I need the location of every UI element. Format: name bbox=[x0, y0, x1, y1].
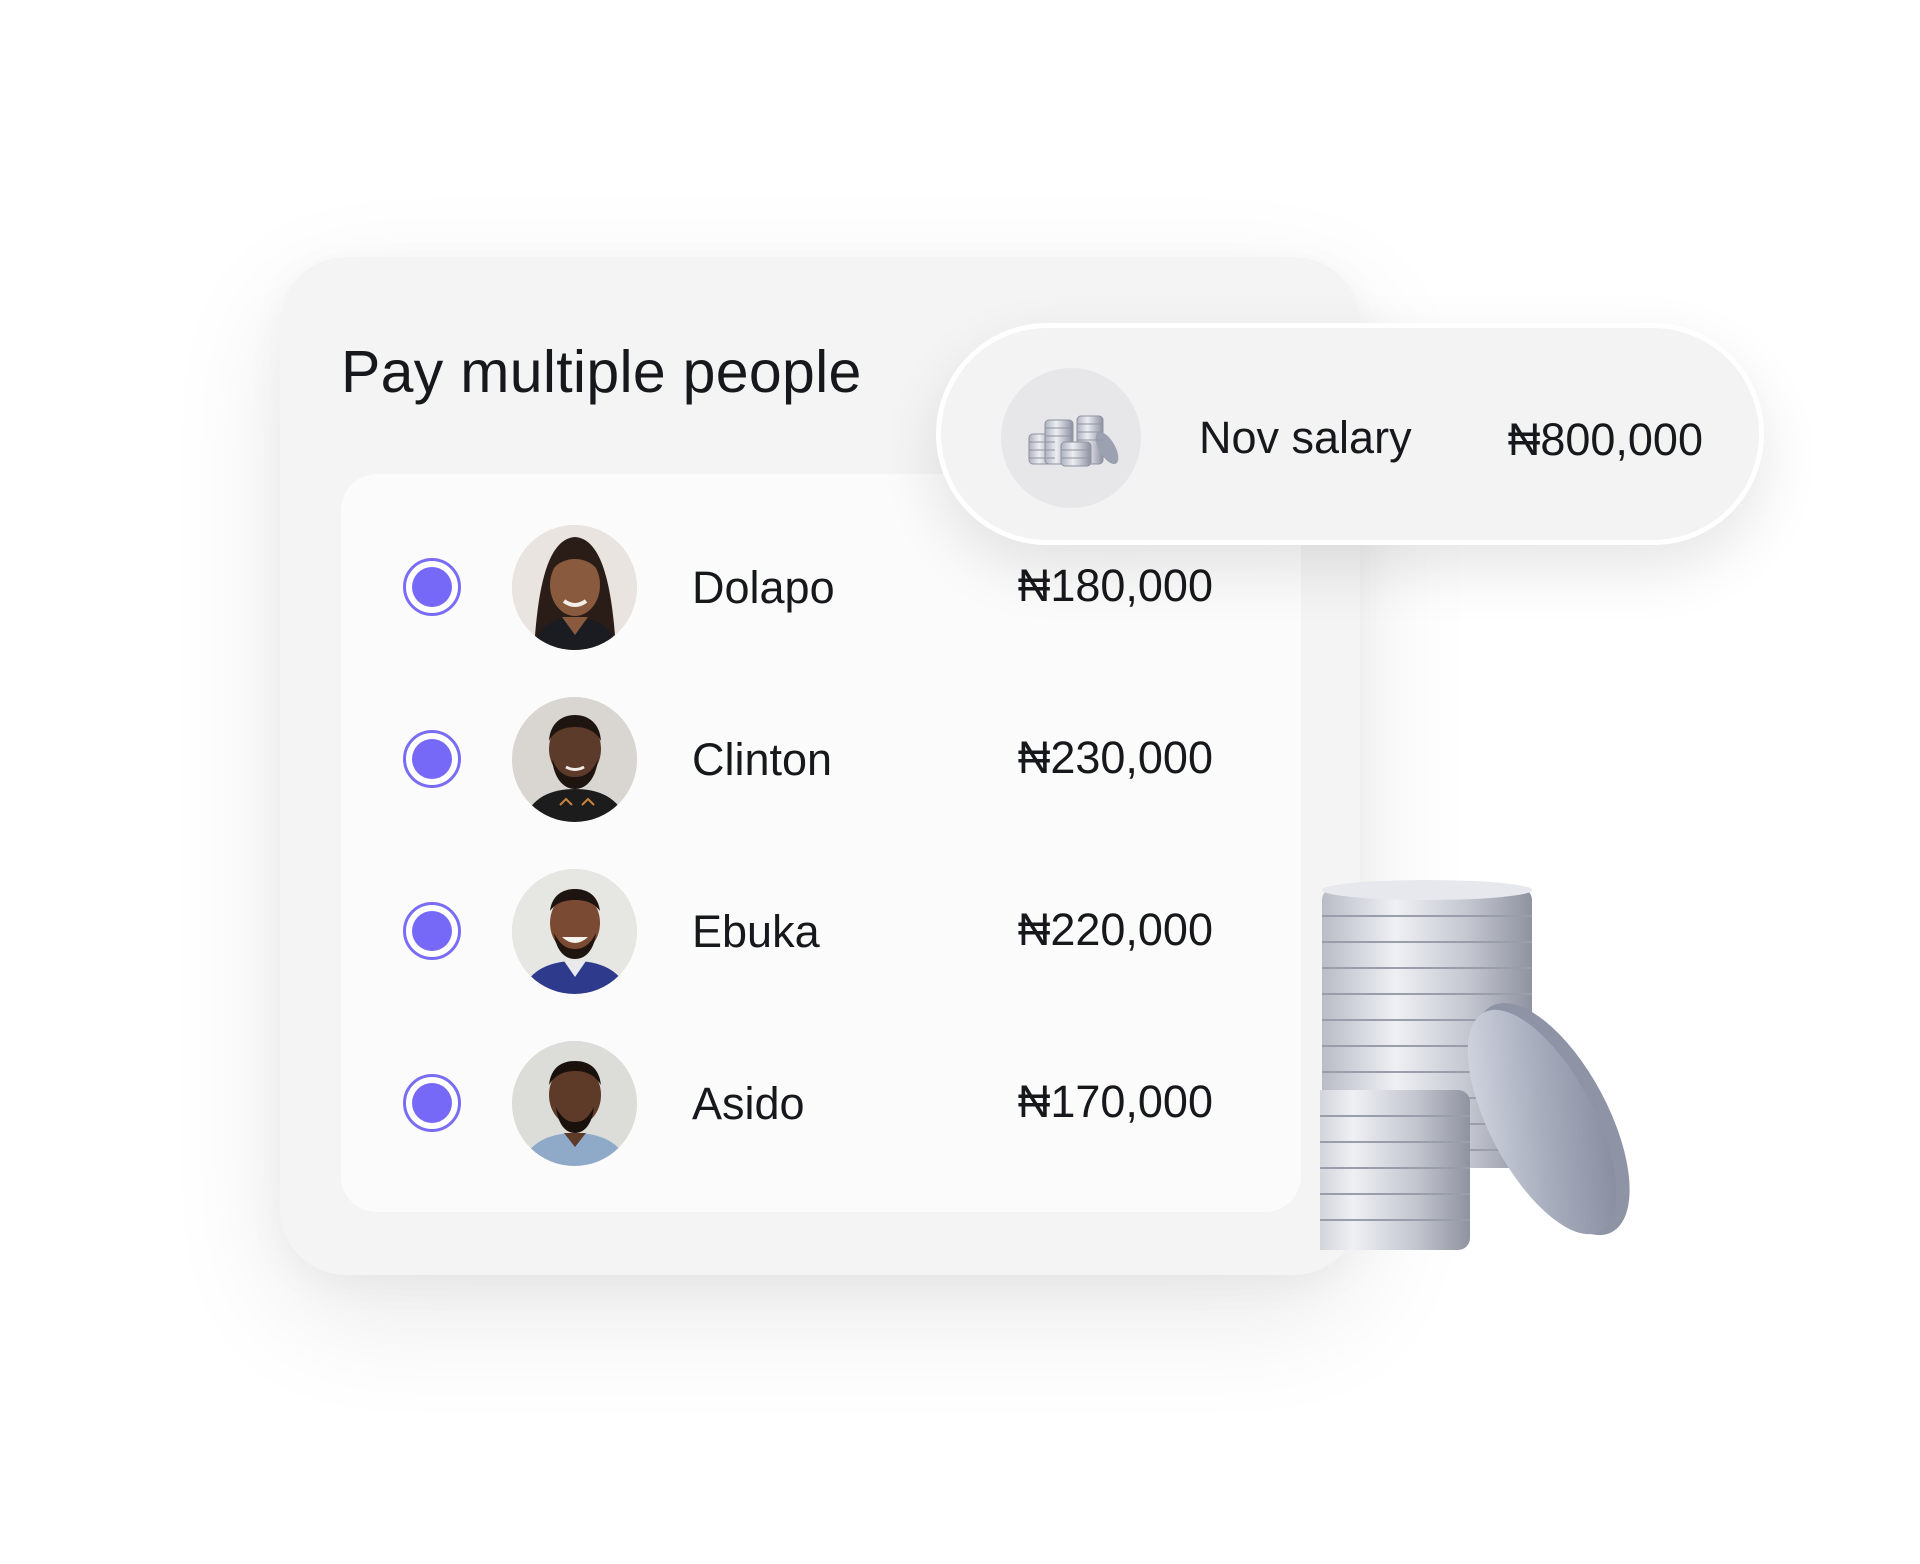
coin-stack-illustration bbox=[1320, 880, 1660, 1280]
page-title: Pay multiple people bbox=[341, 339, 862, 405]
radio-button[interactable] bbox=[403, 1074, 461, 1132]
person-photo-icon bbox=[512, 697, 637, 822]
person-amount: ₦170,000 bbox=[1017, 1076, 1213, 1127]
salary-summary-card[interactable]: Nov salary ₦800,000 bbox=[936, 323, 1764, 545]
person-amount: ₦220,000 bbox=[1017, 904, 1213, 955]
list-item[interactable]: Clinton ₦230,000 bbox=[341, 697, 1301, 827]
person-photo-icon bbox=[512, 525, 637, 650]
list-item[interactable]: Asido ₦170,000 bbox=[341, 1041, 1301, 1171]
list-item[interactable]: Ebuka ₦220,000 bbox=[341, 869, 1301, 999]
avatar bbox=[512, 869, 637, 994]
radio-selected-dot bbox=[412, 1083, 452, 1123]
person-photo-icon bbox=[512, 1041, 637, 1166]
person-amount: ₦230,000 bbox=[1017, 732, 1213, 783]
person-photo-icon bbox=[512, 869, 637, 994]
coins-icon bbox=[1001, 368, 1141, 508]
person-name: Dolapo bbox=[692, 562, 835, 613]
salary-label: Nov salary bbox=[1199, 412, 1412, 463]
radio-button[interactable] bbox=[403, 558, 461, 616]
person-name: Ebuka bbox=[692, 906, 820, 957]
radio-button[interactable] bbox=[403, 730, 461, 788]
avatar bbox=[512, 525, 637, 650]
radio-selected-dot bbox=[412, 739, 452, 779]
avatar bbox=[512, 1041, 637, 1166]
salary-amount: ₦800,000 bbox=[1507, 414, 1703, 465]
avatar bbox=[512, 697, 637, 822]
radio-selected-dot bbox=[412, 567, 452, 607]
radio-button[interactable] bbox=[403, 902, 461, 960]
radio-selected-dot bbox=[412, 911, 452, 951]
person-name: Asido bbox=[692, 1078, 805, 1129]
person-name: Clinton bbox=[692, 734, 833, 785]
person-amount: ₦180,000 bbox=[1017, 560, 1213, 611]
